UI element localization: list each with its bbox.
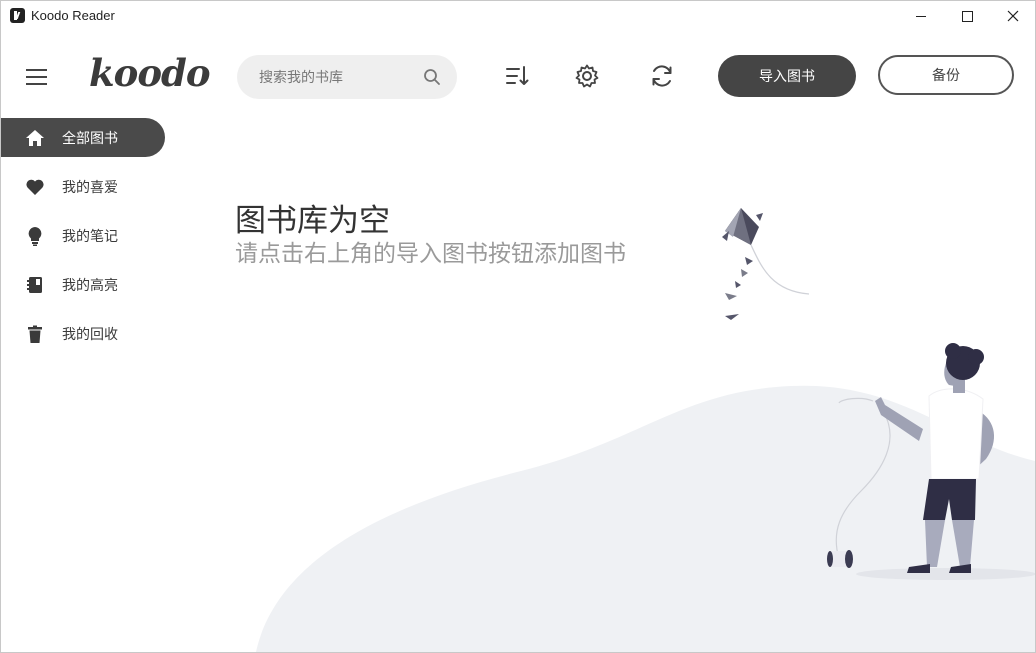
app-logo: koodo xyxy=(89,51,211,95)
home-icon xyxy=(25,128,45,148)
app-window: Koodo Reader koodo 导入图书 备份 全部图书 xyxy=(0,0,1036,653)
trash-icon xyxy=(25,324,45,344)
empty-library-hint: 请点击右上角的导入图书按钮添加图书 xyxy=(235,241,626,267)
minimize-icon xyxy=(916,15,926,17)
maximize-button[interactable] xyxy=(944,1,990,31)
close-icon xyxy=(1007,10,1019,22)
sidebar-item-label: 我的喜爱 xyxy=(62,179,118,196)
backup-button[interactable]: 备份 xyxy=(878,55,1014,95)
import-books-button[interactable]: 导入图书 xyxy=(718,55,856,97)
empty-library-title: 图书库为空 xyxy=(235,203,390,239)
sidebar-item-notes[interactable]: 我的笔记 xyxy=(1,216,165,255)
sidebar-item-all-books[interactable]: 全部图书 xyxy=(1,118,165,157)
heart-icon xyxy=(25,177,45,197)
sidebar-item-label: 我的高亮 xyxy=(62,277,118,294)
sort-icon[interactable] xyxy=(505,63,531,89)
minimize-button[interactable] xyxy=(898,1,944,31)
search-input[interactable] xyxy=(257,66,421,90)
sidebar-item-trash[interactable]: 我的回收 xyxy=(1,314,165,353)
sidebar-item-favorites[interactable]: 我的喜爱 xyxy=(1,167,165,206)
search-icon[interactable] xyxy=(423,68,441,86)
sidebar-item-label: 我的笔记 xyxy=(62,228,118,245)
app-logo-icon xyxy=(10,8,25,23)
gear-icon[interactable] xyxy=(574,63,600,89)
notebook-icon xyxy=(25,275,45,295)
bulb-icon xyxy=(25,226,45,246)
window-title: Koodo Reader xyxy=(31,8,115,23)
sidebar-item-label: 全部图书 xyxy=(62,130,118,147)
sync-icon[interactable] xyxy=(649,63,675,89)
maximize-icon xyxy=(961,10,973,22)
close-button[interactable] xyxy=(990,1,1035,31)
sidebar-item-label: 我的回收 xyxy=(62,326,118,343)
title-bar[interactable]: Koodo Reader xyxy=(1,1,1035,31)
sidebar-item-highlights[interactable]: 我的高亮 xyxy=(1,265,165,304)
search-bar[interactable] xyxy=(237,55,457,99)
menu-toggle-button[interactable] xyxy=(26,67,48,87)
